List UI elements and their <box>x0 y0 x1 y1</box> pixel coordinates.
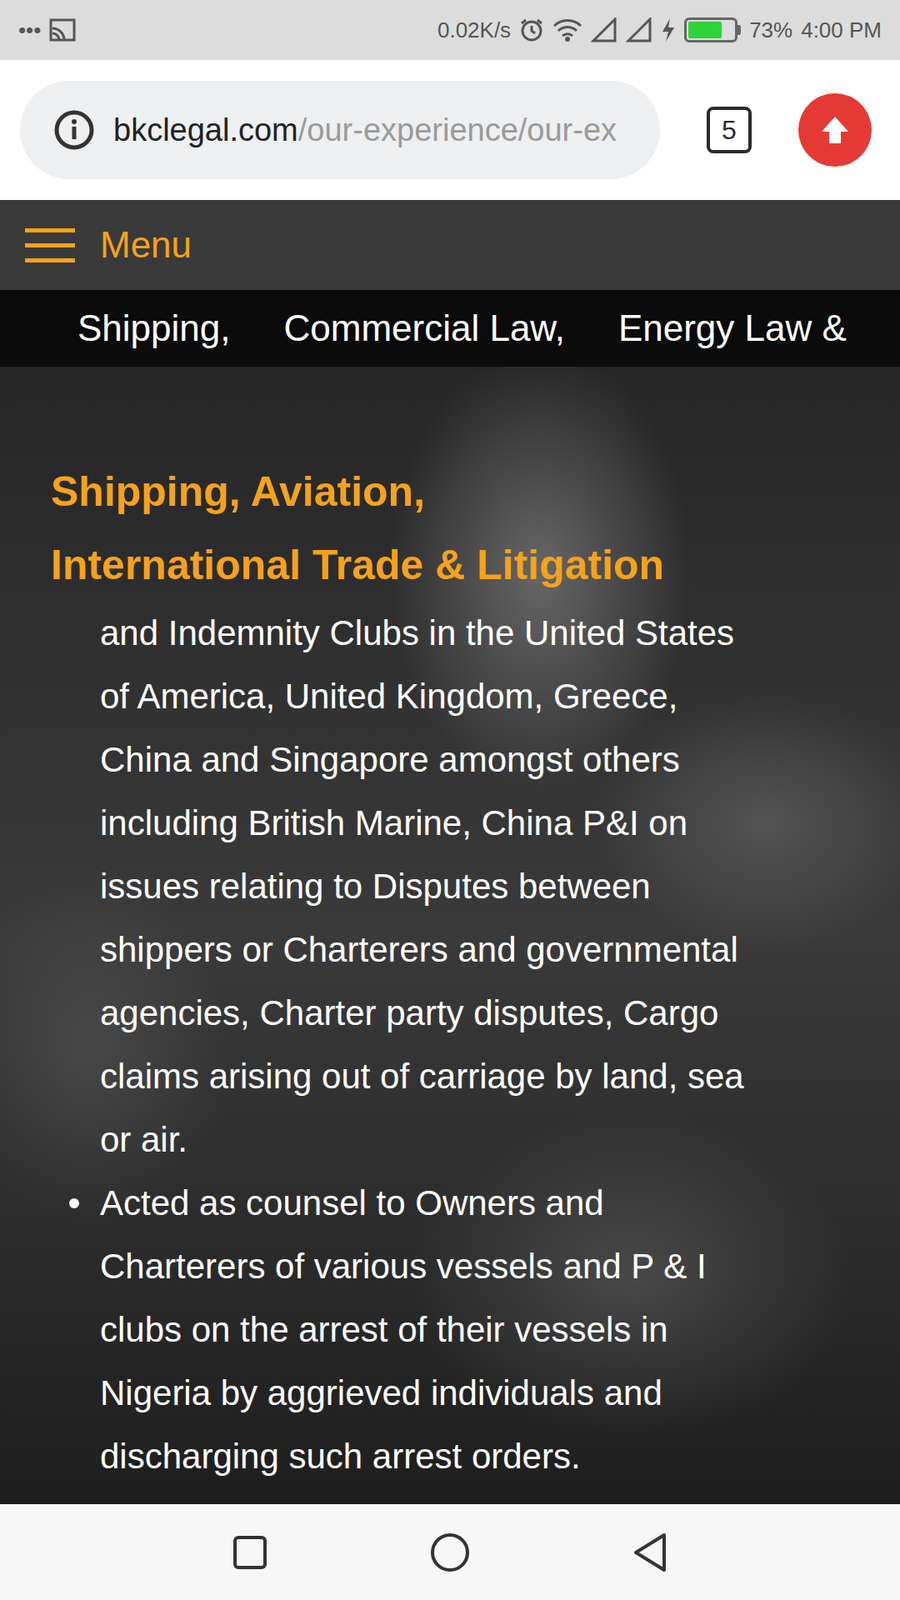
title-line: International Trade & Litigation <box>50 528 892 602</box>
hamburger-line <box>25 258 75 263</box>
battery-icon <box>684 17 741 43</box>
text-line: of America, United Kingdom, Greece, <box>100 665 900 729</box>
text-line: agencies, Charter party disputes, Cargo <box>100 981 900 1045</box>
network-speed: 0.02K/s <box>437 17 511 44</box>
page-content: Shipping, Aviation,International Trade &… <box>0 366 900 1505</box>
battery-nub <box>737 25 741 35</box>
text-line: claims arising out of carriage by land, … <box>100 1045 900 1109</box>
practice-nav: Shipping, Commercial Law, Energy Law & <box>0 290 900 367</box>
battery-fill <box>688 21 721 39</box>
signal-icon <box>625 17 653 43</box>
nav-item[interactable]: Energy Law & <box>618 307 847 350</box>
item-text: and Indemnity Clubs in the United States… <box>100 601 900 1172</box>
screen-cast-icon <box>49 18 76 42</box>
signal-icon <box>590 17 618 43</box>
text-line: China and Singapore amongst others <box>100 728 900 792</box>
hamburger-line <box>25 228 75 233</box>
bullet-dot <box>69 1198 80 1209</box>
hamburger-line <box>25 243 75 248</box>
text-line: discharging such arrest orders. <box>100 1425 900 1489</box>
text-line: Nigeria by aggrieved individuals and <box>100 1361 900 1425</box>
text-line: Charterers of various vessels and P & I <box>100 1235 900 1299</box>
experience-item: Acted as counsel to Owners andCharterers… <box>0 1171 900 1489</box>
phone-screen: ••• 0.02K/s 73% 4:00 PM bkclegal.com/our-exp… <box>0 0 900 1600</box>
home-circle-icon[interactable] <box>429 1531 471 1574</box>
text-line: or air. <box>100 1108 900 1172</box>
text-line: including British Marine, China P&I on <box>100 791 900 855</box>
text-line: Acted as counsel to Owners and <box>100 1171 900 1235</box>
system-nav-bar <box>0 1504 900 1600</box>
status-left: ••• <box>18 17 76 44</box>
browser-toolbar: bkclegal.com/our-experience/our-ex 5 <box>0 60 900 200</box>
charging-icon <box>660 17 676 43</box>
status-bar: ••• 0.02K/s 73% 4:00 PM <box>0 0 900 60</box>
battery-reading: 73% <box>749 17 793 44</box>
experience-item: and Indemnity Clubs in the United States… <box>0 601 900 1172</box>
item-text: Acted as counsel to Owners andCharterers… <box>100 1171 900 1489</box>
nav-item[interactable]: Commercial Law, <box>283 307 565 350</box>
title-line: Shipping, Aviation, <box>50 455 892 529</box>
tab-count-button[interactable]: 5 <box>706 106 752 154</box>
battery-body <box>684 17 738 43</box>
wifi-icon <box>552 17 583 43</box>
nav-item[interactable]: Shipping, <box>77 307 230 350</box>
text-line: shippers or Charterers and governmental <box>100 918 900 982</box>
url-domain: bkclegal.com <box>113 112 299 148</box>
update-button[interactable] <box>798 93 872 167</box>
arrow-up-icon <box>816 111 854 149</box>
hamburger-icon[interactable] <box>25 228 75 263</box>
recents-square-icon[interactable] <box>231 1534 269 1571</box>
marker-cell <box>0 601 100 665</box>
url-path: /our-experience/our-ex <box>298 112 617 148</box>
url-text[interactable]: bkclegal.com/our-experience/our-ex <box>113 112 640 149</box>
notification-dots: ••• <box>18 17 41 44</box>
alarm-icon <box>519 17 545 43</box>
text-line: issues relating to Disputes between <box>100 855 900 919</box>
page-title: Shipping, Aviation,International Trade &… <box>0 366 900 602</box>
text-line: clubs on the arrest of their vessels in <box>100 1298 900 1362</box>
experience-list: and Indemnity Clubs in the United States… <box>0 601 900 1489</box>
back-triangle-icon[interactable] <box>630 1531 670 1574</box>
address-field[interactable]: bkclegal.com/our-experience/our-ex <box>20 80 660 180</box>
clock: 4:00 PM <box>800 17 882 44</box>
menu-label[interactable]: Menu <box>100 224 192 266</box>
site-header[interactable]: Menu <box>0 200 900 290</box>
info-icon[interactable] <box>53 109 95 151</box>
marker-cell <box>0 1171 100 1235</box>
text-line: and Indemnity Clubs in the United States <box>100 601 900 665</box>
status-right: 0.02K/s 73% 4:00 PM <box>437 17 882 44</box>
